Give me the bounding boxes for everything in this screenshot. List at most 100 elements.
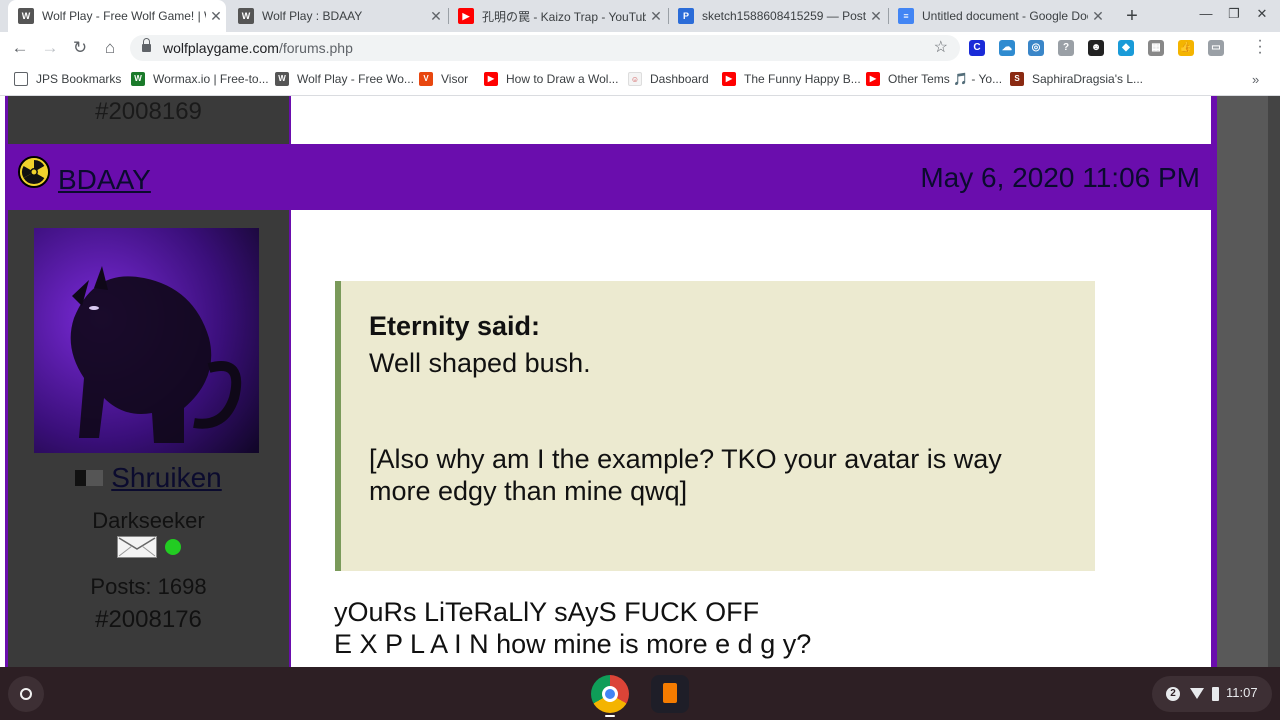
close-icon[interactable]: ✕ <box>426 8 446 25</box>
bookmark-label: How to Draw a Wol... <box>506 72 619 86</box>
tab-wolfplay-bdaay[interactable]: W Wolf Play : BDAAY ✕ <box>228 0 446 32</box>
tab-google-docs[interactable]: ≡ Untitled document - Google Doc ✕ <box>888 0 1108 32</box>
bookmark-item[interactable]: W Wormax.io | Free-to... <box>131 72 269 86</box>
post-date: May 6, 2020 11:06 PM <box>920 162 1200 193</box>
close-icon[interactable]: ✕ <box>646 8 666 25</box>
close-window-icon[interactable]: ✕ <box>1252 6 1272 22</box>
close-icon[interactable]: ✕ <box>206 8 226 25</box>
wifi-icon <box>1190 688 1204 699</box>
minimize-icon[interactable]: — <box>1196 6 1216 21</box>
bookmark-label: Wormax.io | Free-to... <box>153 72 269 86</box>
mail-icon[interactable] <box>116 536 157 558</box>
browser-toolbar: ← → ↻ ⌂ wolfplaygame.com/forums.php ☆ C … <box>0 32 1280 64</box>
post-header: BDAAY May 6, 2020 11:06 PM <box>8 144 1211 210</box>
wolfplay-icon: W <box>275 72 289 86</box>
reload-icon[interactable]: ↻ <box>68 36 92 60</box>
files-app-icon[interactable] <box>651 675 689 713</box>
folder-icon <box>14 72 28 86</box>
bookmark-label: JPS Bookmarks <box>36 72 122 86</box>
reply-line: E X P L A I N how mine is more e d g y? <box>334 629 812 659</box>
extension-grid-icon[interactable]: ▦ <box>1148 40 1164 56</box>
tab-sketch[interactable]: P sketch1588608415259 — Posti ✕ <box>668 0 886 32</box>
launcher-button[interactable] <box>8 676 44 712</box>
scrollbar[interactable] <box>1268 96 1280 667</box>
saphira-icon: S <box>1010 72 1024 86</box>
chrome-app-icon[interactable] <box>591 675 629 713</box>
back-arrow-icon[interactable]: ← <box>8 36 32 60</box>
post-author-link[interactable]: BDAAY <box>58 164 151 196</box>
tab-wolfplay[interactable]: W Wolf Play - Free Wolf Game! | W ✕ <box>8 0 226 32</box>
bookmark-item[interactable]: ▶ Other Tems 🎵 - Yo... <box>866 72 1002 86</box>
previous-post-content <box>289 96 1211 144</box>
page-viewport: #2008169 BDAAY May 6, 2020 11:06 PM Shru… <box>0 96 1280 667</box>
user-title: Darkseeker <box>92 508 205 533</box>
bookmark-item[interactable]: V Visor <box>419 72 468 86</box>
tab-title: Wolf Play - Free Wolf Game! | W <box>42 9 206 23</box>
post-content: Eternity said: Well shaped bush. [Also w… <box>289 210 1211 667</box>
reply-line: yOuRs LiTeRaLlY sAyS FUCK OFF <box>334 597 760 627</box>
avatar[interactable] <box>34 228 259 453</box>
extension-thumb-icon[interactable]: 👍 <box>1178 40 1194 56</box>
close-icon[interactable]: ✕ <box>1088 8 1108 25</box>
google-docs-icon: ≡ <box>898 8 914 24</box>
bookmark-label: Other Tems 🎵 - Yo... <box>888 72 1003 86</box>
bookmark-item[interactable]: JPS Bookmarks <box>14 72 121 86</box>
bookmark-label: Wolf Play - Free Wo... <box>297 72 414 86</box>
post-count: Posts: 1698 <box>90 574 207 599</box>
bookmark-star-icon[interactable]: ☆ <box>934 37 948 57</box>
menu-dots-icon[interactable]: · · · <box>1252 33 1268 61</box>
battery-icon <box>1212 687 1219 701</box>
new-tab-button[interactable]: + <box>1120 4 1144 28</box>
more-bookmarks-icon[interactable]: » <box>1252 72 1259 87</box>
extension-help-icon[interactable]: ? <box>1058 40 1074 56</box>
previous-post-id[interactable]: #2008169 <box>8 98 289 126</box>
url-text: wolfplaygame.com/forums.php <box>163 40 353 56</box>
bookmark-label: Visor <box>441 72 469 86</box>
user-icons <box>8 536 289 558</box>
extension-cloud-icon[interactable]: ☁ <box>999 40 1015 56</box>
address-bar[interactable]: wolfplaygame.com/forums.php ☆ <box>130 35 960 61</box>
bookmark-label: The Funny Happy B... <box>744 72 861 86</box>
clock: 11:07 <box>1226 685 1258 700</box>
bookmarks-bar: JPS Bookmarks W Wormax.io | Free-to... W… <box>0 64 1280 96</box>
bookmark-item[interactable]: ▶ The Funny Happy B... <box>722 72 861 86</box>
launcher-icon <box>20 688 32 700</box>
quote-author: Eternity said: <box>369 311 541 341</box>
tab-youtube[interactable]: ▶ 孔明の罠 - Kaizo Trap - YouTube ✕ <box>448 0 666 32</box>
notification-badge: 2 <box>1166 687 1180 701</box>
extension-diamond-icon[interactable]: ◆ <box>1118 40 1134 56</box>
youtube-icon: ▶ <box>484 72 498 86</box>
quote-line: more edgy than mine qwq] <box>369 476 688 506</box>
wolfplay-icon: W <box>238 8 254 24</box>
post-border <box>5 96 8 667</box>
status-tray[interactable]: 2 11:07 <box>1152 676 1272 712</box>
lock-icon <box>142 38 151 53</box>
wolfplay-icon: W <box>18 8 34 24</box>
youtube-icon: ▶ <box>722 72 736 86</box>
quote-line: Well shaped bush. <box>369 348 591 378</box>
tab-title: sketch1588608415259 — Posti <box>702 9 866 23</box>
post-border <box>1211 96 1217 667</box>
forward-arrow-icon[interactable]: → <box>38 36 62 60</box>
post-id[interactable]: #2008176 <box>8 606 289 634</box>
bookmark-label: Dashboard <box>650 72 709 86</box>
extension-globe-icon[interactable]: ◎ <box>1028 40 1044 56</box>
visor-icon: V <box>419 72 433 86</box>
username-line: Shruiken <box>8 462 289 494</box>
extension-c-icon[interactable]: C <box>969 40 985 56</box>
youtube-icon: ▶ <box>866 72 880 86</box>
bookmark-item[interactable]: W Wolf Play - Free Wo... <box>275 72 414 86</box>
home-icon[interactable]: ⌂ <box>98 36 122 60</box>
restore-icon[interactable]: ❐ <box>1224 6 1244 22</box>
dashboard-icon: ☺ <box>628 72 642 86</box>
url-path: /forums.php <box>278 40 353 56</box>
radioactive-icon <box>18 156 50 188</box>
extension-cast-icon[interactable]: ▭ <box>1208 40 1224 56</box>
post-sidebar: Shruiken Darkseeker Posts: 1698 #2008176 <box>8 210 289 667</box>
bookmark-item[interactable]: ☺ Dashboard <box>628 72 709 86</box>
username-link[interactable]: Shruiken <box>111 462 222 494</box>
extension-robot-icon[interactable]: ☻ <box>1088 40 1104 56</box>
bookmark-item[interactable]: S SaphiraDragsia's L... <box>1010 72 1143 86</box>
close-icon[interactable]: ✕ <box>866 8 886 25</box>
bookmark-item[interactable]: ▶ How to Draw a Wol... <box>484 72 618 86</box>
